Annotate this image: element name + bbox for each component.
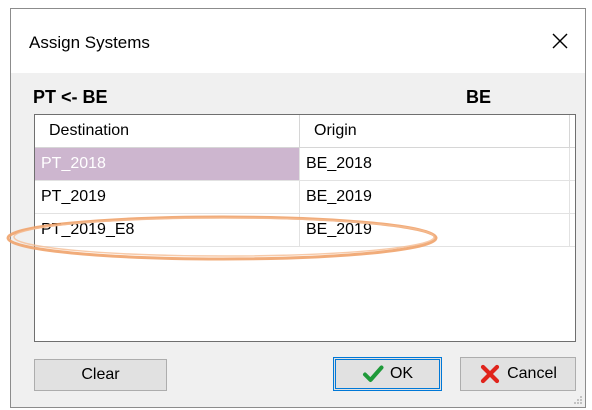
assign-systems-dialog: Assign Systems PT <- BE BE Destination O… <box>10 8 586 408</box>
cancel-button[interactable]: Cancel <box>460 357 576 391</box>
systems-grid[interactable]: Destination Origin PT_2018 BE_2018 PT_20… <box>34 114 576 342</box>
cancel-button-label: Cancel <box>507 365 557 382</box>
resize-grip-icon[interactable] <box>573 395 583 405</box>
table-row[interactable]: PT_2018 BE_2018 <box>35 148 575 181</box>
x-icon <box>480 364 500 384</box>
destination-system-label: PT <- BE <box>33 87 108 107</box>
ok-button[interactable]: OK <box>333 357 442 391</box>
close-button[interactable] <box>535 19 585 63</box>
origin-system-label: BE <box>466 87 492 107</box>
origin-cell[interactable]: BE_2018 <box>300 148 570 180</box>
column-header-destination[interactable]: Destination <box>35 115 300 147</box>
destination-cell[interactable]: PT_2019_E8 <box>35 214 300 246</box>
clear-button[interactable]: Clear <box>34 359 167 391</box>
clear-button-label: Clear <box>81 366 120 383</box>
destination-cell[interactable]: PT_2019 <box>35 181 300 213</box>
origin-cell[interactable]: BE_2019 <box>300 181 570 213</box>
window-title: Assign Systems <box>29 33 150 52</box>
destination-cell[interactable]: PT_2018 <box>35 148 300 180</box>
table-row[interactable]: PT_2019_E8 BE_2019 <box>35 214 575 247</box>
origin-cell[interactable]: BE_2019 <box>300 214 570 246</box>
grid-header: Destination Origin <box>35 115 575 148</box>
column-header-origin[interactable]: Origin <box>300 115 570 147</box>
ok-focus-ring <box>335 359 440 389</box>
table-row[interactable]: PT_2019 BE_2019 <box>35 181 575 214</box>
close-icon <box>552 33 568 49</box>
title-bar: Assign Systems <box>11 9 585 73</box>
